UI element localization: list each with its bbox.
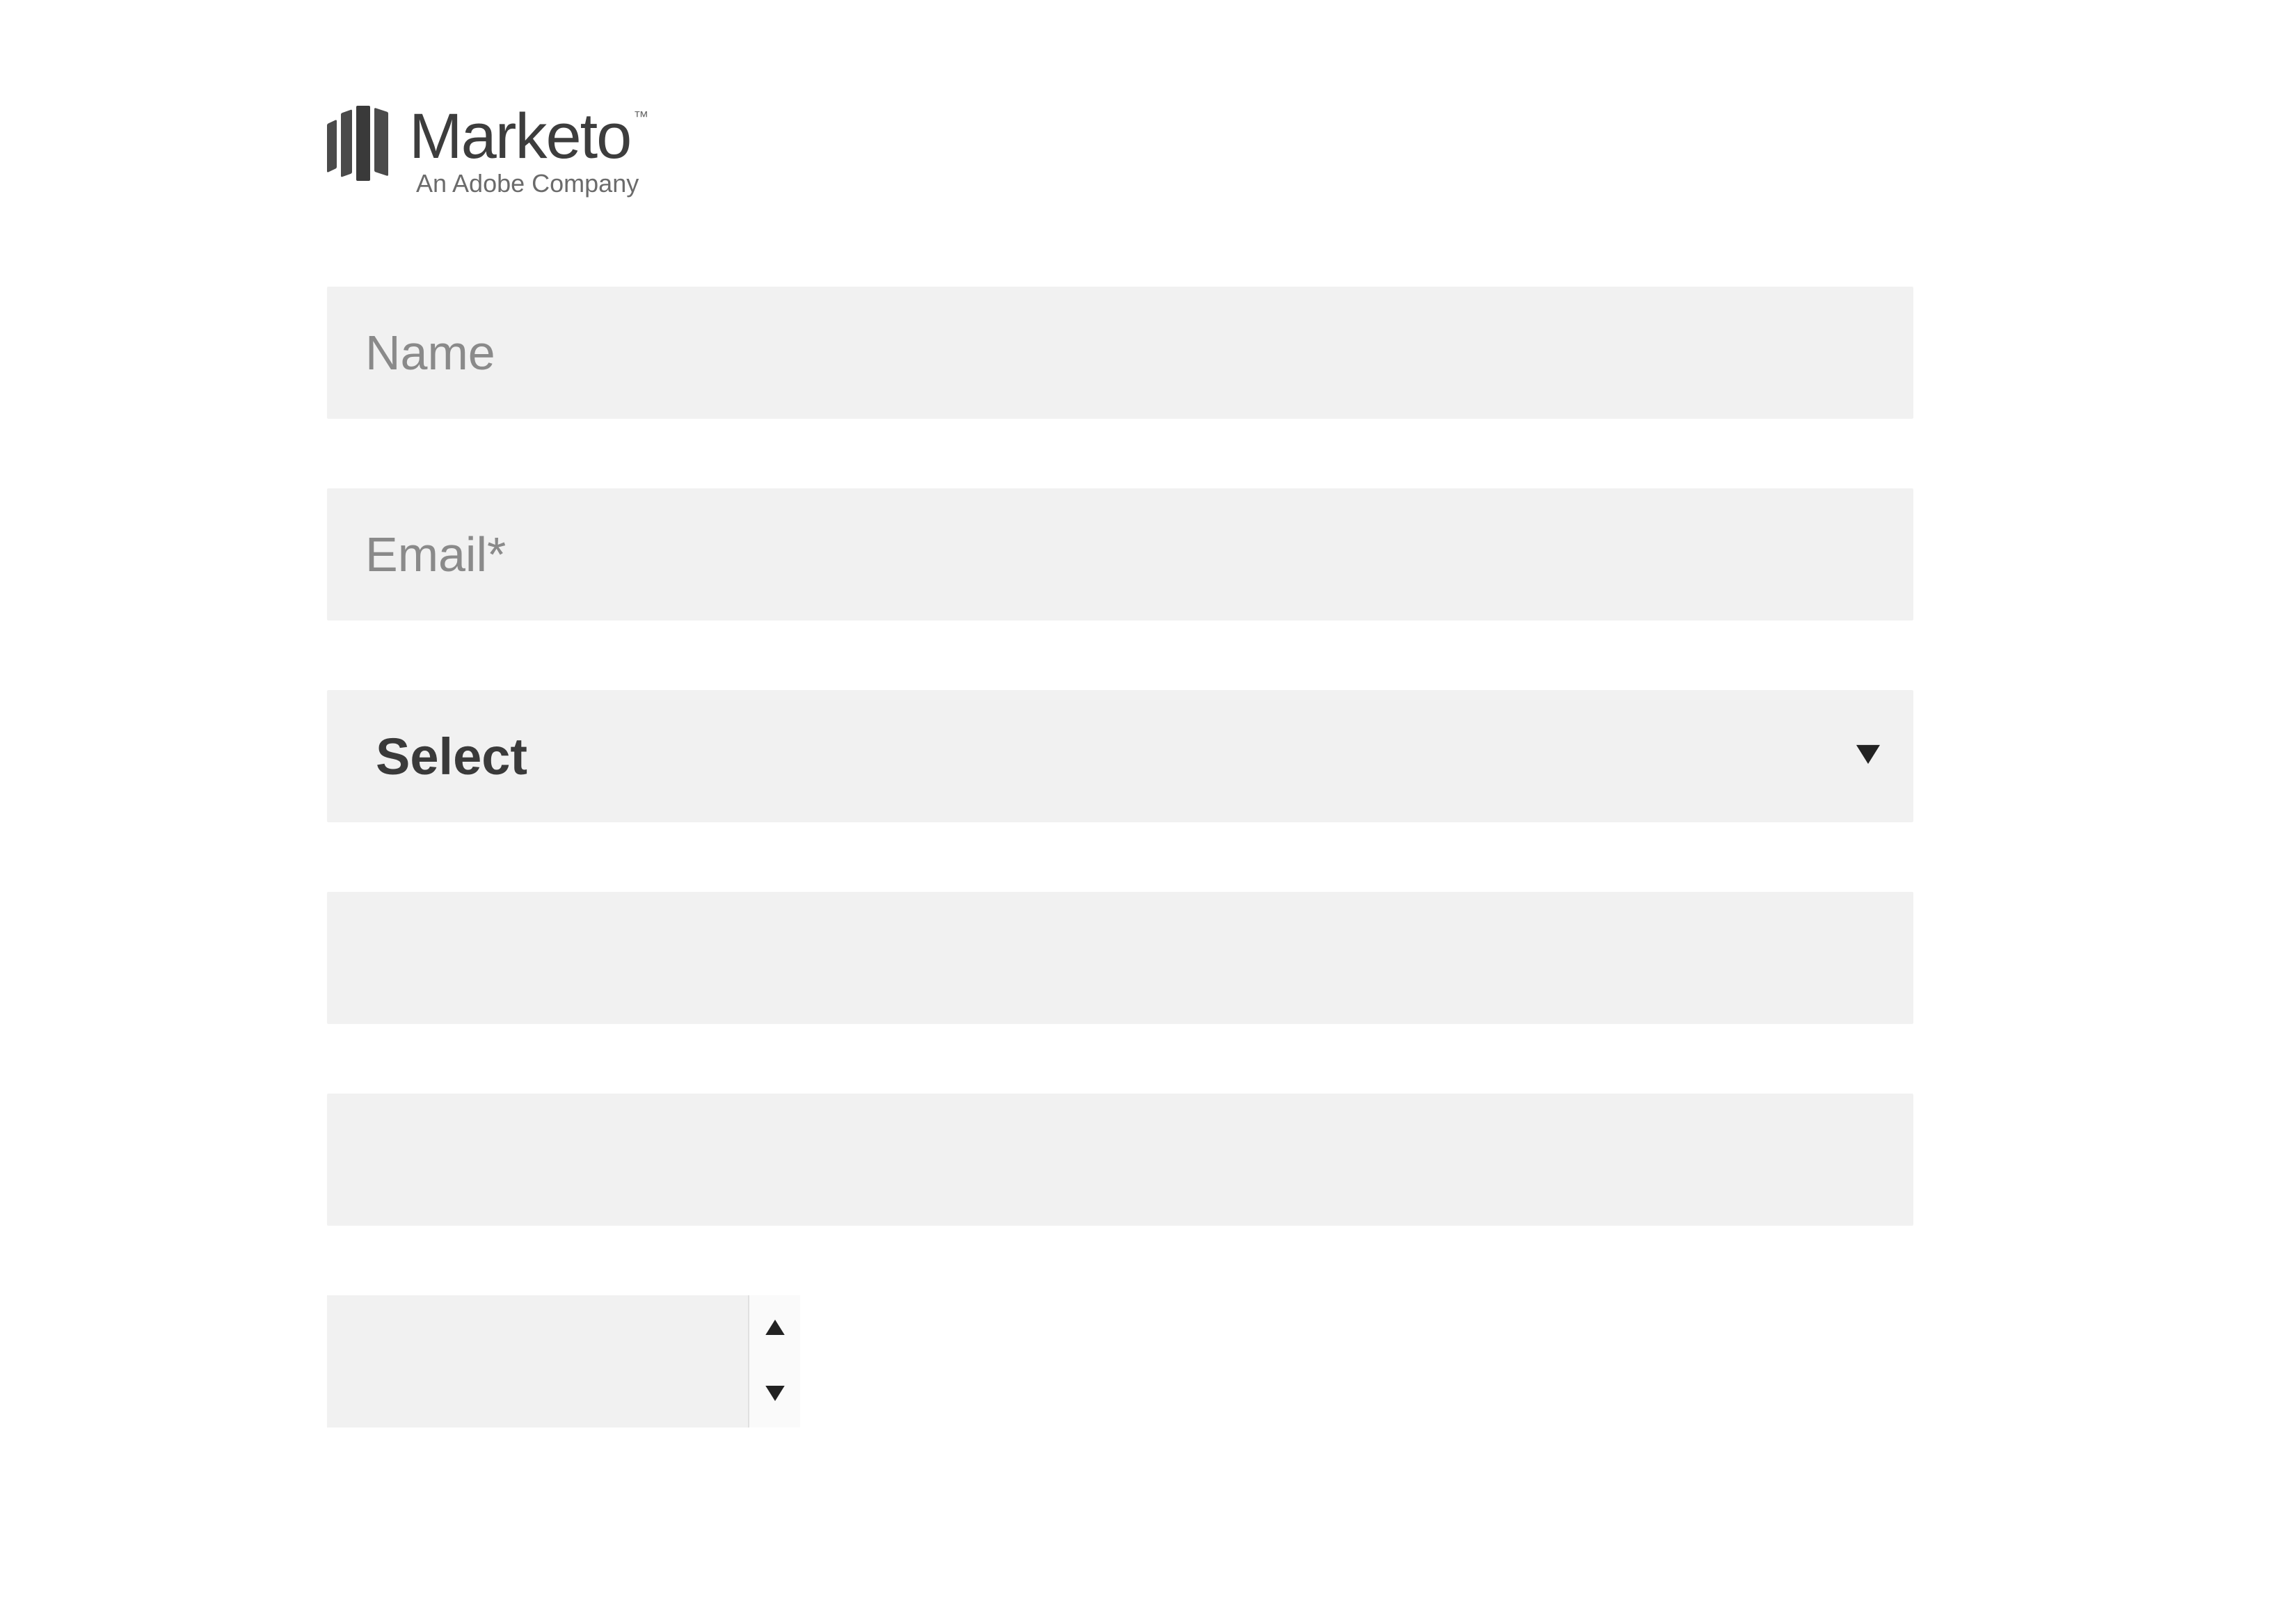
number-input[interactable] xyxy=(327,1295,748,1427)
trademark-symbol: ™ xyxy=(633,108,647,125)
logo-brand-label: Marketo xyxy=(409,101,630,172)
spinner-up-button[interactable] xyxy=(749,1295,800,1361)
form-container: Marketo™ An Adobe Company Select xyxy=(327,104,1913,1427)
marketo-logo-mark-icon xyxy=(327,104,388,181)
email-input[interactable] xyxy=(327,488,1913,621)
select-dropdown[interactable]: Select xyxy=(327,690,1913,822)
lead-form: Select xyxy=(327,287,1913,1427)
logo-brand-name: Marketo™ xyxy=(409,104,644,168)
text-input-5[interactable] xyxy=(327,1094,1913,1226)
caret-down-icon xyxy=(765,1386,785,1403)
number-spinner xyxy=(748,1295,800,1427)
caret-up-icon xyxy=(765,1320,785,1337)
logo-text: Marketo™ An Adobe Company xyxy=(409,104,644,196)
logo-tagline: An Adobe Company xyxy=(416,171,644,196)
text-input-4[interactable] xyxy=(327,892,1913,1024)
number-field-wrapper xyxy=(327,1295,800,1427)
name-input[interactable] xyxy=(327,287,1913,419)
spinner-down-button[interactable] xyxy=(749,1361,800,1427)
marketo-logo: Marketo™ An Adobe Company xyxy=(327,104,1913,196)
select-wrapper: Select xyxy=(327,690,1913,822)
